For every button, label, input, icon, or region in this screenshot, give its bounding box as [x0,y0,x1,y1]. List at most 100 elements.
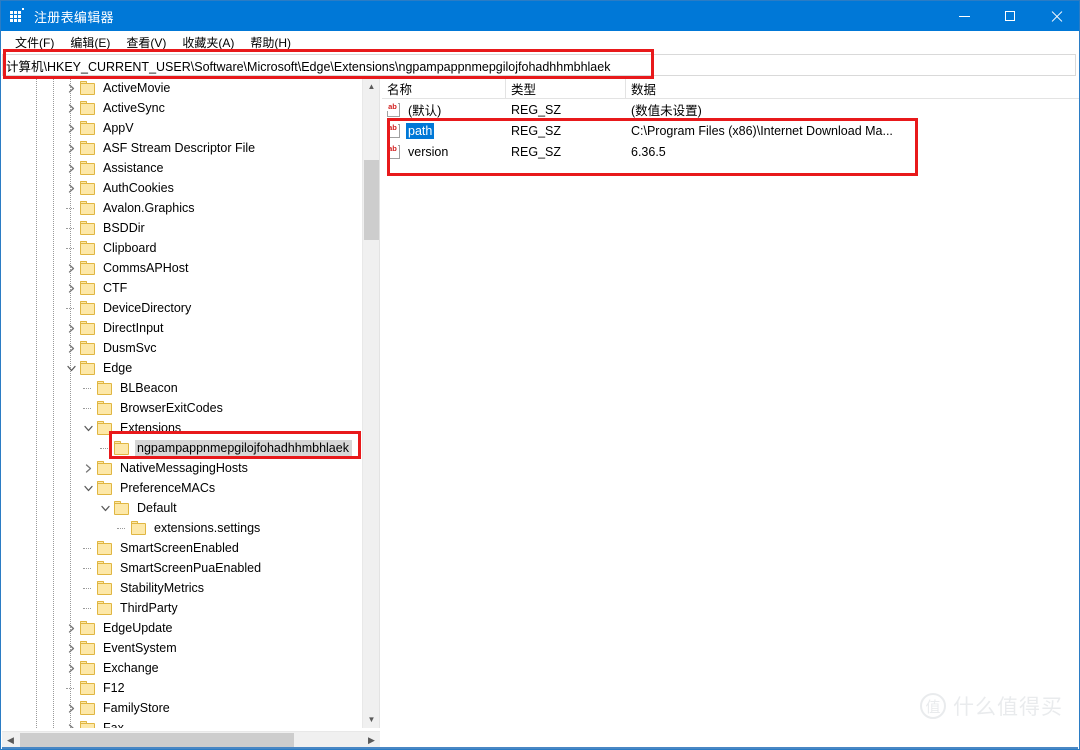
address-input[interactable]: 计算机\HKEY_CURRENT_USER\Software\Microsoft… [2,54,1076,76]
tree-node[interactable]: Exchange [2,658,363,678]
tree-node[interactable]: Avalon.Graphics [2,198,363,218]
tree-node[interactable]: EventSystem [2,638,363,658]
tree-node[interactable]: ThirdParty [2,598,363,618]
column-header-name[interactable]: 名称 [382,78,506,98]
chevron-right-icon[interactable] [63,638,79,658]
chevron-down-icon[interactable] [97,498,113,518]
tree-node-label: ActiveSync [103,101,165,115]
registry-tree: ActiveMovie ActiveSync AppV ASF Stream Desc… [2,78,363,728]
tree-node[interactable]: DirectInput [2,318,363,338]
chevron-right-icon[interactable] [63,178,79,198]
string-value-icon: ab [387,102,402,117]
value-row[interactable]: ab (默认) REG_SZ (数值未设置) [382,99,1079,120]
tree-node[interactable]: ngpampappnmepgilojfohadhhmbhlaek [2,438,363,458]
tree-node[interactable]: ActiveMovie [2,78,363,98]
tree-node[interactable]: SmartScreenPuaEnabled [2,558,363,578]
menu-item-favorites[interactable]: 收藏夹(A) [174,32,242,53]
chevron-right-icon[interactable] [63,138,79,158]
folder-icon [97,601,114,615]
tree-node[interactable]: Extensions [2,418,363,438]
tree-node[interactable]: PreferenceMACs [2,478,363,498]
tree-vertical-scrollbar[interactable]: ▲ ▼ [362,78,379,728]
chevron-down-icon[interactable] [80,478,96,498]
tree-node[interactable]: Fax [2,718,363,728]
tree-node[interactable]: Assistance [2,158,363,178]
tree-node[interactable]: EdgeUpdate [2,618,363,638]
minimize-button[interactable] [941,1,987,31]
chevron-right-icon[interactable] [63,158,79,178]
tree-node[interactable]: F12 [2,678,363,698]
tree-node[interactable]: DusmSvc [2,338,363,358]
tree-node-label: BrowserExitCodes [120,401,223,415]
tree-hscroll-thumb[interactable] [20,733,294,748]
chevron-right-icon[interactable] [63,618,79,638]
menu-item-edit[interactable]: 编辑(E) [62,32,118,53]
string-value-icon: ab [387,144,402,159]
tree-vscroll-thumb[interactable] [364,160,379,240]
menu-item-file[interactable]: 文件(F) [7,32,62,53]
tree-node[interactable]: extensions.settings [2,518,363,538]
tree-node[interactable]: FamilyStore [2,698,363,718]
tree-node[interactable]: BrowserExitCodes [2,398,363,418]
folder-icon [80,201,97,215]
value-data-cell: C:\Program Files (x86)\Internet Download… [631,123,893,138]
tree-node[interactable]: ActiveSync [2,98,363,118]
tree-node[interactable]: AuthCookies [2,178,363,198]
close-button[interactable] [1033,1,1079,31]
tree-node[interactable]: Edge [2,358,363,378]
tree-node[interactable]: Default [2,498,363,518]
value-row[interactable]: ab version REG_SZ 6.36.5 [382,141,1079,162]
value-name-label: version [408,144,449,159]
value-row[interactable]: ab path REG_SZ C:\Program Files (x86)\Inter… [382,120,1079,141]
tree-leaf-stub [63,238,79,258]
registry-icon [10,8,26,24]
tree-node-label: FamilyStore [103,701,170,715]
tree-node[interactable]: NativeMessagingHosts [2,458,363,478]
chevron-right-icon[interactable] [63,698,79,718]
folder-icon [80,681,97,695]
chevron-down-icon[interactable] [80,418,96,438]
menu-item-help[interactable]: 帮助(H) [242,32,299,53]
scroll-up-icon[interactable]: ▲ [363,78,379,95]
folder-icon [80,321,97,335]
tree-node[interactable]: CTF [2,278,363,298]
folder-icon [80,121,97,135]
menu-bar: 文件(F) 编辑(E) 查看(V) 收藏夹(A) 帮助(H) [1,31,1079,53]
values-rows: ab (默认) REG_SZ (数值未设置) ab path REG_SZ C:\Progra… [382,99,1079,162]
tree-node[interactable]: CommsAPHost [2,258,363,278]
chevron-right-icon[interactable] [63,78,79,98]
tree-node[interactable]: AppV [2,118,363,138]
chevron-right-icon[interactable] [63,318,79,338]
scroll-down-icon[interactable]: ▼ [363,711,379,728]
chevron-right-icon[interactable] [63,338,79,358]
chevron-right-icon[interactable] [63,118,79,138]
tree-node-label: Avalon.Graphics [103,201,195,215]
chevron-right-icon[interactable] [63,258,79,278]
menu-item-view[interactable]: 查看(V) [118,32,174,53]
chevron-down-icon[interactable] [63,358,79,378]
chevron-right-icon[interactable] [63,98,79,118]
chevron-right-icon[interactable] [63,278,79,298]
column-header-type[interactable]: 类型 [506,78,626,98]
chevron-right-icon[interactable] [63,718,79,728]
tree-node[interactable]: DeviceDirectory [2,298,363,318]
maximize-button[interactable] [987,1,1033,31]
tree-node-label: ActiveMovie [103,81,171,95]
folder-icon [97,381,114,395]
tree-node-label: NativeMessagingHosts [120,461,248,475]
registry-values-pane: 名称 类型 数据 ab (默认) REG_SZ (数值未设置) ab path REG_SZ… [382,78,1079,728]
tree-node[interactable]: StabilityMetrics [2,578,363,598]
tree-horizontal-scrollbar[interactable]: ◀ ▶ [2,731,380,748]
value-type-cell: REG_SZ [511,144,562,159]
chevron-right-icon[interactable] [63,658,79,678]
tree-node[interactable]: ASF Stream Descriptor File [2,138,363,158]
tree-node[interactable]: SmartScreenEnabled [2,538,363,558]
address-bar-container: 计算机\HKEY_CURRENT_USER\Software\Microsoft… [1,53,1079,78]
tree-node[interactable]: Clipboard [2,238,363,258]
tree-node[interactable]: BLBeacon [2,378,363,398]
chevron-right-icon[interactable] [80,458,96,478]
folder-icon [97,481,114,495]
folder-icon [80,621,97,635]
tree-node[interactable]: BSDDir [2,218,363,238]
column-header-data[interactable]: 数据 [626,78,1079,98]
